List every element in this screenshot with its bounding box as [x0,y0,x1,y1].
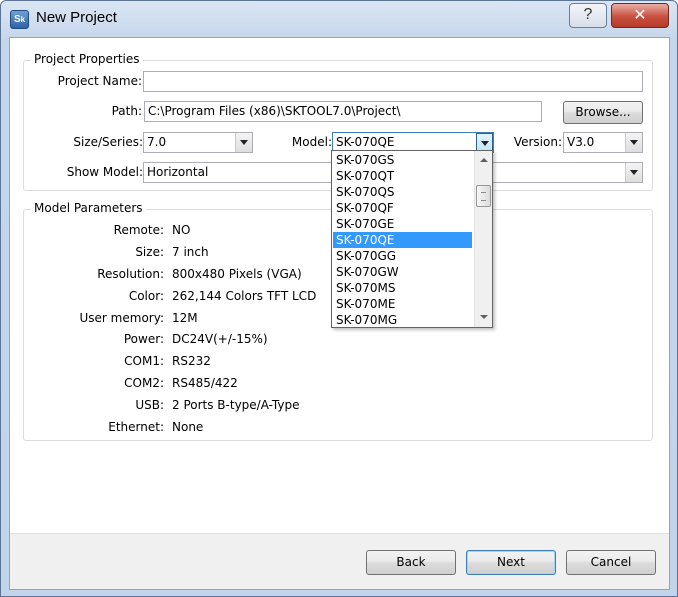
param-label-color: Color: [128,289,164,303]
dialog-button-bar: Back Next Cancel [10,533,669,589]
close-button[interactable]: ✕ [611,3,669,28]
version-label: Version: [513,135,562,149]
size-series-select[interactable]: 7.0 [143,132,253,153]
window-title: New Project [36,9,117,26]
dropdown-option[interactable]: SK-070QS [333,184,472,200]
show-model-label: Show Model: [66,165,143,179]
param-label-ethernet: Ethernet: [108,420,164,434]
help-button[interactable]: ? [569,3,607,28]
project-name-label: Project Name: [57,74,142,88]
path-input[interactable]: C:\Program Files (x86)\SKTOOL7.0\Project… [144,101,542,122]
param-value-color: 262,144 Colors TFT LCD [172,289,317,303]
param-label-power: Power: [123,332,164,346]
param-value-com1: RS232 [172,354,211,368]
browse-button[interactable]: Browse... [563,101,643,124]
model-parameters-title: Model Parameters [31,201,146,215]
project-properties-title: Project Properties [31,52,143,66]
dropdown-option[interactable]: SK-070MG [333,312,472,328]
next-button[interactable]: Next [466,550,556,575]
chevron-down-icon[interactable] [625,133,642,152]
chevron-down-icon[interactable] [625,163,642,182]
version-select[interactable]: V3.0 [563,132,643,153]
dropdown-option[interactable]: SK-070QF [333,200,472,216]
back-button[interactable]: Back [366,550,456,575]
param-value-user-memory: 12M [172,311,198,325]
param-value-resolution: 800x480 Pixels (VGA) [172,267,302,281]
chevron-down-icon[interactable] [235,133,252,152]
dropdown-option-selected[interactable]: SK-070QE [333,232,472,248]
show-model-value: Horizontal [147,165,209,179]
dropdown-scrollbar[interactable] [474,151,492,327]
project-name-input[interactable] [143,71,643,92]
param-label-com2: COM2: [124,376,164,390]
param-value-remote: NO [172,223,191,237]
model-value: SK-070QE [336,135,395,149]
version-value: V3.0 [567,135,595,149]
title-bar[interactable]: Sk New Project ? ✕ [1,1,677,37]
param-label-resolution: Resolution: [97,267,164,281]
param-value-com2: RS485/422 [172,376,238,390]
scroll-down-arrow-icon[interactable] [475,309,492,326]
path-label: Path: [111,104,142,118]
param-label-com1: COM1: [124,354,164,368]
dropdown-option[interactable]: SK-070GG [333,248,472,264]
cancel-button[interactable]: Cancel [566,550,656,575]
scrollbar-thumb[interactable] [476,185,491,207]
dropdown-option[interactable]: SK-070QT [333,168,472,184]
dropdown-option[interactable]: SK-070GW [333,264,472,280]
model-label: Model: [291,135,332,149]
dropdown-option[interactable]: SK-070GE [333,216,472,232]
dropdown-option[interactable]: SK-070MS [333,280,472,296]
param-value-ethernet: None [172,420,204,434]
param-label-user-memory: User memory: [79,311,164,325]
scroll-up-arrow-icon[interactable] [475,152,492,169]
param-label-remote: Remote: [113,223,164,237]
size-series-value: 7.0 [147,135,167,149]
new-project-dialog: Sk New Project ? ✕ Project Properties Pr… [0,0,678,597]
dropdown-option[interactable]: SK-070GS [333,152,472,168]
param-value-power: DC24V(+/-15%) [172,332,268,346]
param-value-usb: 2 Ports B-type/A-Type [172,398,300,412]
model-dropdown-list[interactable]: SK-070GS SK-070QT SK-070QS SK-070QF SK-0… [331,150,493,328]
param-label-size: Size: [135,245,164,259]
sk-app-icon: Sk [10,10,29,29]
param-value-size: 7 inch [172,245,209,259]
dropdown-option[interactable]: SK-070ME [333,296,472,312]
size-series-label: Size/Series: [73,135,143,149]
param-label-usb: USB: [135,398,164,412]
